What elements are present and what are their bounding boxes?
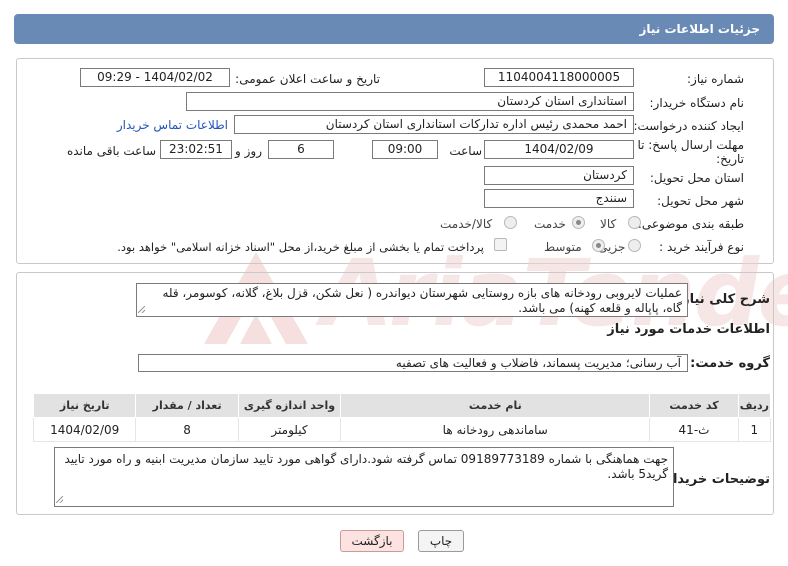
page-header: جزئیات اطلاعات نیاز [14, 14, 774, 44]
col-unit: واحد اندازه گیری [237, 393, 342, 418]
category-option-service: خدمت [534, 217, 566, 231]
process-label: نوع فرآیند خرید : [659, 240, 744, 254]
buyer-notes-textarea[interactable]: جهت هماهنگی با شماره 09189773189 تماس گر… [54, 447, 674, 507]
need-number-label: شماره نیاز: [687, 72, 744, 86]
buyer-contact-link[interactable]: اطلاعات تماس خریدار [117, 118, 228, 132]
announce-date-field: 1404/02/02 - 09:29 [80, 68, 230, 87]
treasury-checkbox[interactable] [494, 238, 507, 251]
col-service-code: کد خدمت [649, 393, 739, 418]
services-table: ردیف کد خدمت نام خدمت واحد اندازه گیری ت… [32, 393, 772, 442]
category-radio-both[interactable] [504, 216, 517, 229]
creator-label: ایجاد کننده درخواست: [633, 119, 744, 133]
cell-service-code: ث-41 [649, 417, 739, 442]
cell-need-date: 1404/02/09 [32, 417, 137, 442]
print-button[interactable]: چاپ [418, 530, 464, 552]
summary-label: شرح کلی نیاز: [676, 292, 770, 307]
process-radio-minor[interactable] [628, 239, 641, 252]
summary-resize-grip[interactable] [138, 306, 145, 313]
col-row-number: ردیف [737, 393, 772, 418]
remaining-time-field: 23:02:51 [160, 140, 232, 159]
page-title: جزئیات اطلاعات نیاز [639, 22, 760, 36]
col-need-date: تاریخ نیاز [32, 393, 137, 418]
buyer-notes-resize-grip[interactable] [56, 496, 63, 503]
creator-field: احمد محمدی رئیس اداره تدارکات استانداری … [234, 115, 634, 134]
cell-row-number: 1 [737, 417, 772, 442]
deadline-date-field: 1404/02/09 [484, 140, 634, 159]
days-label: روز و [235, 144, 262, 158]
category-radio-service[interactable] [572, 216, 585, 229]
province-field: کردستان [484, 166, 634, 185]
buyer-org-field: استانداری استان کردستان [186, 92, 634, 111]
cell-unit: کیلومتر [237, 417, 342, 442]
need-number-field: 1104004118000005 [484, 68, 634, 87]
table-header-row: ردیف کد خدمت نام خدمت واحد اندازه گیری ت… [32, 393, 772, 418]
category-label: طبقه بندی موضوعی: [637, 217, 744, 231]
services-info-title: اطلاعات خدمات مورد نیاز [607, 322, 770, 337]
province-label: استان محل تحویل: [649, 171, 744, 185]
city-field: سنندج [484, 189, 634, 208]
deadline-label-date: تاریخ: [716, 152, 744, 166]
service-group-field: آب رسانی؛ مدیریت پسماند، فاضلاب و فعالیت… [138, 354, 688, 372]
process-option-medium: متوسط [544, 240, 582, 254]
deadline-label: مهلت ارسال پاسخ: تا [637, 138, 744, 152]
buyer-org-label: نام دستگاه خریدار: [649, 96, 745, 110]
remaining-label: ساعت باقی مانده [66, 144, 156, 158]
time-label: ساعت [449, 144, 482, 158]
process-radio-medium[interactable] [592, 239, 605, 252]
details-panel [16, 58, 774, 264]
announce-date-label: تاریخ و ساعت اعلان عمومی: [235, 72, 380, 86]
category-radio-goods[interactable] [628, 216, 641, 229]
service-group-label: گروه خدمت: [690, 356, 770, 371]
category-option-goods: کالا [600, 217, 617, 231]
city-label: شهر محل تحویل: [657, 194, 744, 208]
buyer-notes-label: توضیحات خریدار: [660, 472, 770, 487]
back-button[interactable]: بازگشت [340, 530, 404, 552]
table-row: 1 ث-41 ساماندهی رودخانه ها کیلومتر 8 140… [32, 417, 772, 442]
treasury-note: پرداخت تمام یا بخشی از مبلغ خرید،از محل … [117, 240, 484, 254]
category-option-both: کالا/خدمت [440, 217, 493, 231]
col-quantity: تعداد / مقدار [135, 393, 239, 418]
col-service-name: نام خدمت [340, 393, 651, 418]
cell-quantity: 8 [135, 417, 239, 442]
summary-textarea[interactable]: عملیات لایروبی رودخانه های بازه روستایی … [136, 283, 688, 317]
deadline-time-field: 09:00 [372, 140, 438, 159]
cell-service-name: ساماندهی رودخانه ها [340, 417, 651, 442]
days-field: 6 [268, 140, 334, 159]
